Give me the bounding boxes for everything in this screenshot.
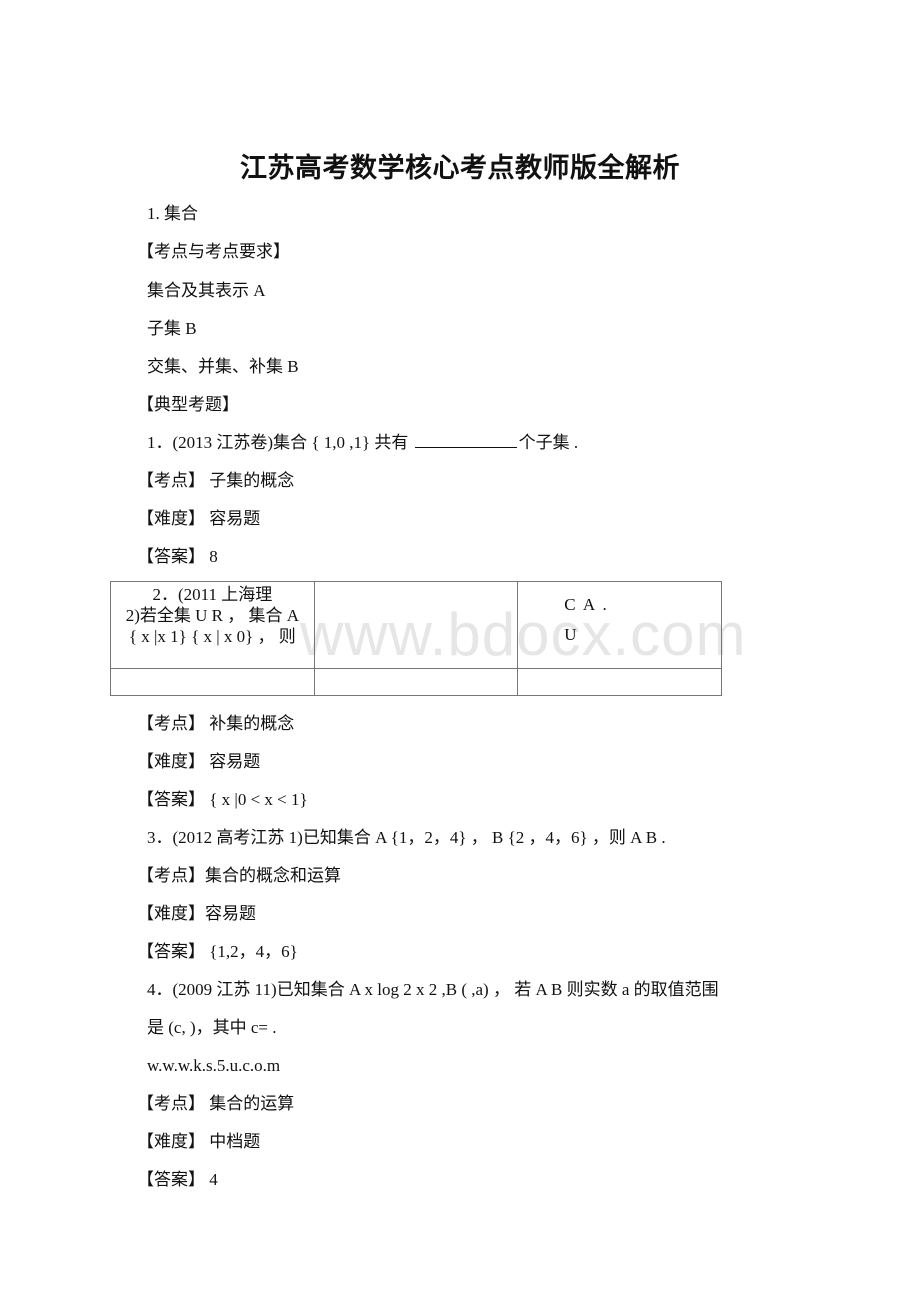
question-2-point: 【考点】 补集的概念 — [137, 714, 295, 733]
question-1-answer: 【答案】 8 — [137, 547, 218, 566]
answer-blank — [414, 433, 517, 448]
question-2-answer: 【答案】 { x |0 < x < 1} — [137, 790, 308, 809]
question-4-stem: 4．(2009 江苏 11)已知集合 A x log 2 x 2 ,B ( ,a… — [147, 980, 719, 999]
question-4-stem-continued: 是 (c, )，其中 c= . — [147, 1018, 277, 1037]
typical-heading: 【典型考题】 — [137, 395, 239, 414]
question-1-point: 【考点】 子集的概念 — [137, 471, 295, 490]
section-heading: 1. 集合 — [147, 204, 198, 223]
question-2-difficulty: 【难度】 容易题 — [137, 752, 261, 771]
question-4-source: w.w.w.k.s.5.u.c.o.m — [147, 1056, 281, 1075]
question-1-text: 1．(2013 江苏卷)集合 { 1,0 ,1} 共有 — [147, 433, 413, 452]
question-4-point: 【考点】 集合的运算 — [137, 1094, 295, 1113]
requirements-heading: 【考点与考点要求】 — [137, 242, 290, 261]
table-row — [110, 668, 722, 696]
requirement-item: 交集、并集、补集 B — [147, 357, 299, 376]
table-cell — [313, 581, 519, 669]
requirement-item: 子集 B — [147, 319, 197, 338]
expression-line: U — [564, 625, 579, 644]
table-cell — [313, 668, 519, 696]
question-3-answer: 【答案】 {1,2，4，6} — [137, 942, 298, 961]
question-2-table: 2．(2011 上海理 2)若全集 U R ， 集合 A { x |x 1} {… — [110, 581, 722, 696]
table-cell — [110, 668, 315, 696]
question-4-answer: 【答案】 4 — [137, 1170, 218, 1189]
question-1-difficulty: 【难度】 容易题 — [137, 509, 261, 528]
question-2-expression: C A . U — [518, 582, 721, 650]
question-3-point: 【考点】集合的概念和运算 — [137, 866, 341, 885]
table-cell: 2．(2011 上海理 2)若全集 U R ， 集合 A { x |x 1} {… — [110, 581, 315, 669]
question-3-stem: 3．(2012 高考江苏 1)已知集合 A {1，2，4} ， B {2 ，4，… — [147, 828, 666, 847]
expression-line: C A . — [564, 595, 609, 614]
question-1-stem: 1．(2013 江苏卷)集合 { 1,0 ,1} 共有 个子集 . — [147, 432, 578, 454]
question-1-text-end: 个子集 . — [518, 433, 579, 452]
question-2-stem: 2．(2011 上海理 2)若全集 U R ， 集合 A { x |x 1} {… — [111, 582, 314, 647]
question-2-line: 2．(2011 上海理 — [152, 585, 273, 604]
table-row: 2．(2011 上海理 2)若全集 U R ， 集合 A { x |x 1} {… — [110, 581, 722, 669]
requirement-item: 集合及其表示 A — [147, 281, 266, 300]
question-2-line: { x |x 1} { x | x 0} ， 则 — [128, 627, 296, 646]
question-4-difficulty: 【难度】 中档题 — [137, 1132, 261, 1151]
question-3-difficulty: 【难度】容易题 — [137, 904, 256, 923]
document-title: 江苏高考数学核心考点教师版全解析 — [240, 153, 680, 184]
question-2-line: 2)若全集 U R ， 集合 A — [125, 606, 299, 625]
table-cell: C A . U — [517, 581, 722, 669]
table-cell — [517, 668, 722, 696]
